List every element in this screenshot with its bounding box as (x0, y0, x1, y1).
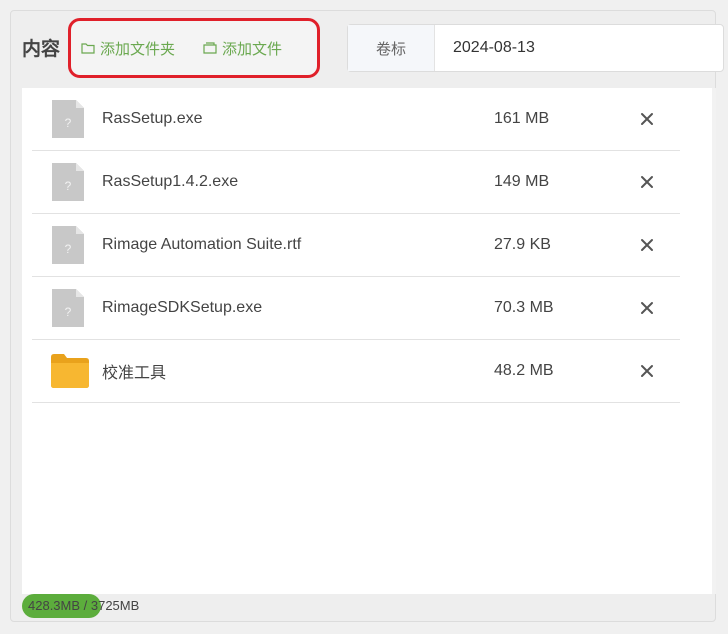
file-size: 161 MB (494, 110, 550, 127)
remove-button[interactable] (638, 173, 656, 191)
file-name: Rimage Automation Suite.rtf (102, 236, 302, 253)
remove-button[interactable] (638, 362, 656, 380)
add-folder-label: 添加文件夹 (100, 40, 176, 58)
file-name: RasSetup1.4.2.exe (102, 173, 239, 190)
file-list: ? RasSetup.exe 161 MB ? RasSetup1.4.2.ex… (32, 88, 680, 403)
close-icon (641, 365, 653, 377)
remove-button[interactable] (638, 299, 656, 317)
file-unknown-icon: ? (52, 289, 84, 327)
add-folder-button[interactable]: 添加文件夹 (81, 38, 175, 59)
folder-icon (51, 354, 89, 388)
usage-text: 428.3MB / 3725MB (28, 598, 140, 613)
file-name: 校准工具 (102, 365, 167, 382)
remove-button[interactable] (638, 110, 656, 128)
folder-outline-icon (81, 43, 95, 54)
file-unknown-icon: ? (52, 226, 84, 264)
file-unknown-icon: ? (52, 100, 84, 138)
svg-text:?: ? (65, 242, 72, 256)
file-size: 27.9 KB (494, 236, 551, 253)
file-row[interactable]: ? RasSetup1.4.2.exe 149 MB (32, 151, 680, 214)
file-size: 48.2 MB (494, 362, 554, 379)
svg-text:?: ? (65, 116, 72, 130)
add-file-label: 添加文件 (222, 40, 283, 58)
close-icon (641, 239, 653, 251)
file-list-area: ? RasSetup.exe 161 MB ? RasSetup1.4.2.ex… (22, 88, 712, 594)
file-row[interactable]: ? Rimage Automation Suite.rtf 27.9 KB (32, 214, 680, 277)
close-icon (641, 113, 653, 125)
scrollbar-track[interactable] (712, 88, 716, 594)
file-unknown-icon: ? (52, 163, 84, 201)
volume-label-prefix: 卷标 (348, 25, 435, 71)
usage-bar: 428.3MB / 3725MB (22, 594, 712, 618)
add-file-button[interactable]: 添加文件 (203, 38, 282, 59)
add-toolbar-highlight: 添加文件夹 添加文件 (68, 18, 320, 78)
close-icon (641, 302, 653, 314)
volume-label-field: 卷标 (347, 24, 724, 72)
svg-text:?: ? (65, 179, 72, 193)
content-label: 内容 (22, 39, 61, 60)
remove-button[interactable] (638, 236, 656, 254)
svg-text:?: ? (65, 305, 72, 319)
file-row[interactable]: 校准工具 48.2 MB (32, 340, 680, 403)
file-name: RimageSDKSetup.exe (102, 299, 263, 316)
close-icon (641, 176, 653, 188)
file-row[interactable]: ? RasSetup.exe 161 MB (32, 88, 680, 151)
file-row[interactable]: ? RimageSDKSetup.exe 70.3 MB (32, 277, 680, 340)
volume-label-input[interactable] (435, 25, 723, 71)
file-outline-icon (203, 42, 217, 54)
file-name: RasSetup.exe (102, 110, 203, 127)
file-size: 149 MB (494, 173, 550, 190)
file-size: 70.3 MB (494, 299, 554, 316)
